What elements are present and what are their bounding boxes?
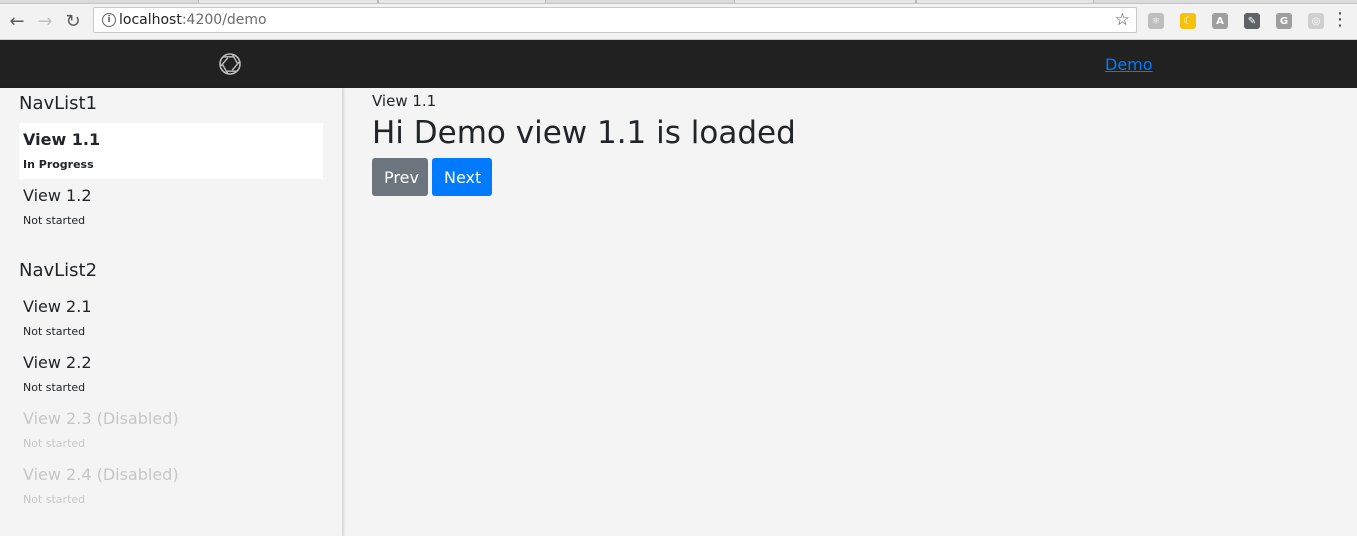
- sidebar-item-status: Not started: [23, 325, 86, 338]
- sidebar-item-label: View 2.3 (Disabled): [23, 409, 179, 428]
- sidebar-item-1-1[interactable]: View 1.1 In Progress: [19, 123, 323, 179]
- next-button[interactable]: Next: [432, 158, 492, 196]
- demo-nav-link[interactable]: Demo: [1105, 55, 1153, 74]
- navlist-title: NavList1: [19, 93, 98, 114]
- browser-tab[interactable]: [734, 0, 916, 3]
- sidebar-item-label: View 1.2: [23, 186, 92, 205]
- reload-icon[interactable]: ↻: [62, 10, 84, 32]
- sidebar-item-status: In Progress: [23, 158, 94, 171]
- react-devtools-icon[interactable]: ⚛: [1148, 13, 1164, 29]
- browser-tab[interactable]: [378, 0, 546, 3]
- moon-extension-icon[interactable]: ☾: [1180, 13, 1196, 29]
- prev-button[interactable]: Prev: [372, 158, 428, 196]
- browser-tab[interactable]: [198, 0, 378, 3]
- sidebar: NavList1 View 1.1 In Progress View 1.2 Not s…: [0, 88, 343, 536]
- sidebar-item-1-2[interactable]: View 1.2 Not started: [19, 179, 323, 235]
- sidebar-item-label: View 2.4 (Disabled): [23, 465, 179, 484]
- address-bar[interactable]: i localhost:4200/demo ☆: [93, 7, 1137, 33]
- navlist-title: NavList2: [19, 260, 98, 281]
- sidebar-item-status: Not started: [23, 437, 86, 450]
- sidebar-item-label: View 2.2: [23, 353, 92, 372]
- sidebar-item-status: Not started: [23, 214, 86, 227]
- page-title: Hi Demo view 1.1 is loaded: [372, 115, 796, 151]
- kebab-menu-icon[interactable]: ⋮: [1331, 10, 1349, 30]
- url-text[interactable]: localhost:4200/demo: [119, 12, 267, 28]
- sidebar-item-2-4: View 2.4 (Disabled) Not started: [19, 458, 323, 514]
- browser-tab[interactable]: [916, 0, 1094, 3]
- star-icon[interactable]: ☆: [1115, 10, 1130, 30]
- circle-extension-icon[interactable]: ◎: [1308, 13, 1324, 29]
- sidebar-item-2-1[interactable]: View 2.1 Not started: [19, 290, 323, 346]
- browser-toolbar: ← → ↻ i localhost:4200/demo ☆ ⚛ ☾ A ✎ G ◎ ⋮: [0, 4, 1357, 40]
- sidebar-item-2-3: View 2.3 (Disabled) Not started: [19, 402, 323, 458]
- back-arrow-icon[interactable]: ←: [6, 10, 28, 32]
- info-icon[interactable]: i: [102, 13, 116, 27]
- aperture-logo-icon[interactable]: [218, 52, 242, 76]
- url-host: localhost: [119, 12, 182, 28]
- sidebar-item-status: Not started: [23, 381, 86, 394]
- breadcrumb: View 1.1: [372, 92, 437, 110]
- note-extension-icon[interactable]: ✎: [1244, 13, 1260, 29]
- app-navbar: Demo: [0, 40, 1357, 88]
- forward-arrow-icon[interactable]: →: [34, 10, 56, 32]
- sidebar-item-label: View 1.1: [23, 130, 101, 149]
- url-path: :4200/demo: [181, 12, 267, 28]
- g-extension-icon[interactable]: G: [1276, 13, 1292, 29]
- pdf-extension-icon[interactable]: A: [1212, 13, 1228, 29]
- sidebar-item-status: Not started: [23, 493, 86, 506]
- sidebar-item-2-2[interactable]: View 2.2 Not started: [19, 346, 323, 402]
- sidebar-item-label: View 2.1: [23, 297, 92, 316]
